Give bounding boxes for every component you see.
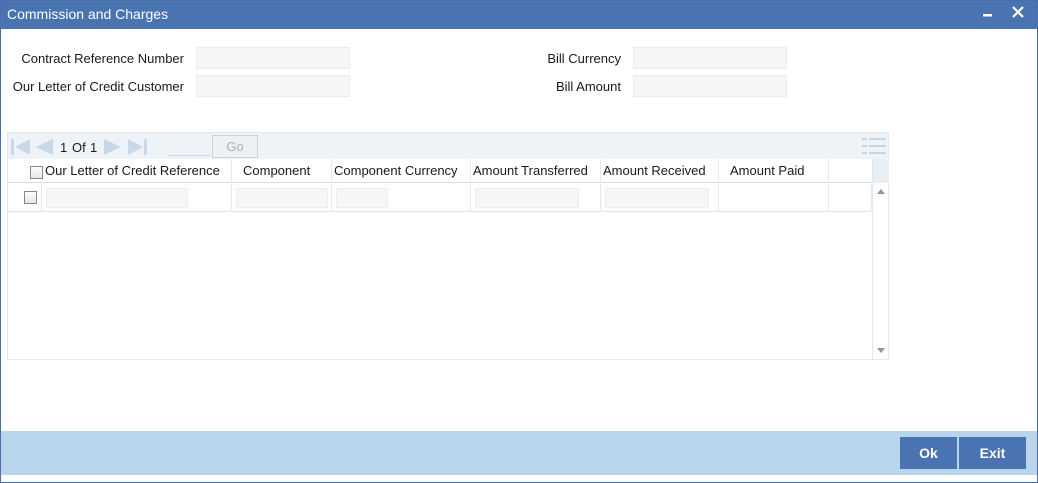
bill-currency-label: Bill Currency bbox=[547, 51, 621, 66]
currency-cell bbox=[332, 184, 471, 212]
customer-label: Our Letter of Credit Customer bbox=[12, 79, 184, 94]
commission-charges-window: Commission and Charges Contract Referenc… bbox=[0, 0, 1038, 483]
component-input[interactable] bbox=[236, 188, 328, 208]
table-row bbox=[8, 184, 872, 212]
received-cell bbox=[601, 184, 719, 212]
bill-amount-label: Bill Amount bbox=[555, 79, 621, 94]
column-header-currency[interactable]: Component Currency bbox=[332, 159, 471, 183]
go-button[interactable]: Go bbox=[212, 135, 258, 158]
minimize-icon[interactable] bbox=[979, 4, 997, 24]
column-label-currency: Component Currency bbox=[334, 163, 458, 178]
page-current: 1 bbox=[60, 140, 68, 155]
column-label-paid: Amount Paid bbox=[730, 163, 805, 178]
bill-currency-field[interactable] bbox=[633, 47, 787, 69]
footer-bar: Ok Exit bbox=[1, 431, 1037, 475]
column-label-reference: Our Letter of Credit Reference bbox=[45, 163, 220, 178]
extra-cell bbox=[829, 184, 872, 212]
column-header-paid[interactable]: Amount Paid bbox=[719, 159, 829, 183]
last-page-icon[interactable] bbox=[127, 138, 149, 159]
row-checkbox[interactable] bbox=[24, 191, 37, 204]
close-icon[interactable] bbox=[1009, 4, 1027, 24]
window-title: Commission and Charges bbox=[7, 6, 169, 22]
next-page-icon[interactable] bbox=[103, 138, 123, 159]
bill-amount-field[interactable] bbox=[633, 75, 787, 97]
reference-cell bbox=[42, 184, 232, 212]
exit-button[interactable]: Exit bbox=[959, 437, 1026, 469]
column-label-transferred: Amount Transferred bbox=[473, 163, 588, 178]
page-of-label: Of bbox=[72, 140, 86, 155]
page-number-input[interactable] bbox=[168, 136, 210, 156]
title-bar: Commission and Charges bbox=[1, 1, 1037, 29]
currency-input[interactable] bbox=[336, 188, 388, 208]
scroll-up-icon[interactable] bbox=[877, 189, 885, 194]
scrollbar-header-block bbox=[873, 159, 889, 183]
page-total: 1 bbox=[90, 140, 98, 155]
column-menu-icon[interactable] bbox=[862, 136, 886, 156]
charges-grid: 1 Of 1 Go Our Letter of Credit Reference bbox=[7, 132, 889, 360]
customer-field[interactable] bbox=[196, 75, 350, 97]
column-header-component[interactable]: Component bbox=[232, 159, 332, 183]
paid-cell bbox=[719, 184, 829, 212]
vertical-scrollbar[interactable] bbox=[872, 159, 889, 359]
column-label-component: Component bbox=[243, 163, 311, 178]
reference-input[interactable] bbox=[46, 188, 188, 208]
contract-reference-label: Contract Reference Number bbox=[21, 51, 184, 66]
column-label-received: Amount Received bbox=[603, 163, 706, 178]
ok-button[interactable]: Ok bbox=[900, 437, 957, 469]
previous-page-icon[interactable] bbox=[34, 138, 54, 159]
contract-reference-field[interactable] bbox=[196, 47, 350, 69]
scroll-down-icon[interactable] bbox=[877, 348, 885, 353]
transferred-cell bbox=[471, 184, 601, 212]
component-cell bbox=[232, 184, 332, 212]
received-input[interactable] bbox=[605, 188, 709, 208]
row-select-cell bbox=[8, 184, 42, 212]
grid-header: Our Letter of Credit Reference Component… bbox=[8, 159, 872, 183]
column-header-transferred[interactable]: Amount Transferred bbox=[471, 159, 601, 183]
transferred-input[interactable] bbox=[475, 188, 579, 208]
select-all-checkbox[interactable] bbox=[30, 166, 43, 179]
first-page-icon[interactable] bbox=[10, 138, 32, 159]
pager-bar: 1 Of 1 Go bbox=[8, 133, 888, 159]
column-header-received[interactable]: Amount Received bbox=[601, 159, 719, 183]
column-header-reference[interactable]: Our Letter of Credit Reference bbox=[8, 159, 232, 183]
